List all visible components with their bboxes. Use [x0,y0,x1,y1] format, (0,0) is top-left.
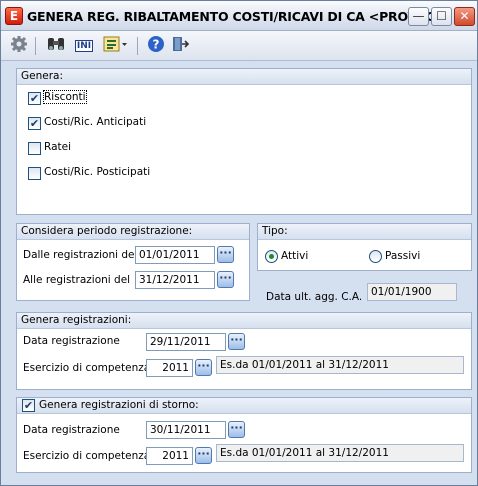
genera-reg-group: Genera registrazioni: [16,312,472,390]
tipo-group-title: Tipo: [258,224,471,240]
costi-anticipati-label[interactable]: Costi/Ric. Anticipati [44,116,146,128]
genera-group-title: Genera: [17,69,471,85]
passivi-radio[interactable] [369,250,382,263]
gear-icon[interactable] [8,35,30,57]
tipo-group: Tipo: [257,223,472,271]
data-ult-agg-label: Data ult. agg. C.A. [266,291,363,303]
dalle-ellipsis-button[interactable]: ··· [217,246,234,263]
toolbar: INI ? [1,31,477,61]
genera-reg-group-title: Genera registrazioni: [17,313,471,329]
storno-esercizio-field[interactable]: 2011 [146,447,193,465]
costi-anticipati-checkbox[interactable]: ✔ [28,117,41,130]
risconti-label[interactable]: Risconti [43,90,87,104]
maximize-button[interactable]: ☐ [431,7,452,26]
binoculars-icon[interactable] [45,35,67,57]
costi-posticipati-checkbox[interactable] [28,167,41,180]
dialog-window: E GENERA REG. RIBALTAMENTO COSTI/RICAVI … [0,0,478,486]
genera-reg-esercizio-desc: Es.da 01/01/2011 al 31/12/2011 [216,356,464,374]
data-ult-agg-field: 01/01/1900 [367,283,457,301]
ini-label: INI [74,40,94,52]
ratei-label[interactable]: Ratei [44,141,71,153]
genera-reg-data-field[interactable]: 29/11/2011 [146,333,226,351]
minimize-button[interactable]: — [408,7,429,26]
storno-checkbox[interactable]: ✔ [22,399,35,412]
alle-date-field[interactable]: 31/12/2011 [135,271,215,289]
passivi-label[interactable]: Passivi [385,250,420,262]
toolbar-separator [137,37,138,55]
alle-label: Alle registrazioni del [23,274,131,286]
storno-data-field[interactable]: 30/11/2011 [146,421,226,439]
genera-reg-esercizio-field[interactable]: 2011 [146,359,193,377]
genera-reg-esercizio-label: Esercizio di competenza [23,362,151,374]
risconti-checkbox[interactable]: ✔ [28,92,41,105]
storno-data-label: Data registrazione [23,424,120,436]
check-icon: ✔ [29,92,40,105]
title-bar[interactable]: E GENERA REG. RIBALTAMENTO COSTI/RICAVI … [1,1,477,31]
genera-reg-data-label: Data registrazione [23,335,120,347]
check-icon: ✔ [29,117,40,130]
storno-data-ellipsis-button[interactable]: ··· [228,421,245,438]
check-icon: ✔ [23,399,34,412]
app-icon: E [5,7,23,25]
toolbar-separator [35,37,36,55]
storno-esercizio-desc: Es.da 01/01/2011 al 31/12/2011 [216,444,464,462]
list-icon[interactable] [101,35,129,57]
genera-reg-data-ellipsis-button[interactable]: ··· [228,333,245,350]
ini-button[interactable]: INI [73,35,95,57]
attivi-radio[interactable] [265,250,278,263]
genera-reg-esercizio-ellipsis-button[interactable]: ··· [195,359,212,376]
costi-posticipati-label[interactable]: Costi/Ric. Posticipati [44,166,150,178]
attivi-label[interactable]: Attivi [281,250,308,262]
exit-door-icon[interactable] [169,35,191,57]
alle-ellipsis-button[interactable]: ··· [217,271,234,288]
periodo-group-title: Considera periodo registrazione: [17,224,249,240]
close-button[interactable]: ✕ [454,7,475,26]
ratei-checkbox[interactable] [28,142,41,155]
storno-group-title: Genera registrazioni di storno: [17,398,471,414]
window-title: GENERA REG. RIBALTAMENTO COSTI/RICAVI DI… [27,9,449,24]
storno-esercizio-ellipsis-button[interactable]: ··· [195,447,212,464]
svg-text:?: ? [153,38,160,52]
dalle-date-field[interactable]: 01/01/2011 [135,246,215,264]
storno-esercizio-label: Esercizio di competenza [23,450,151,462]
dalle-label: Dalle registrazioni del [23,249,138,261]
help-icon[interactable]: ? [145,35,167,57]
